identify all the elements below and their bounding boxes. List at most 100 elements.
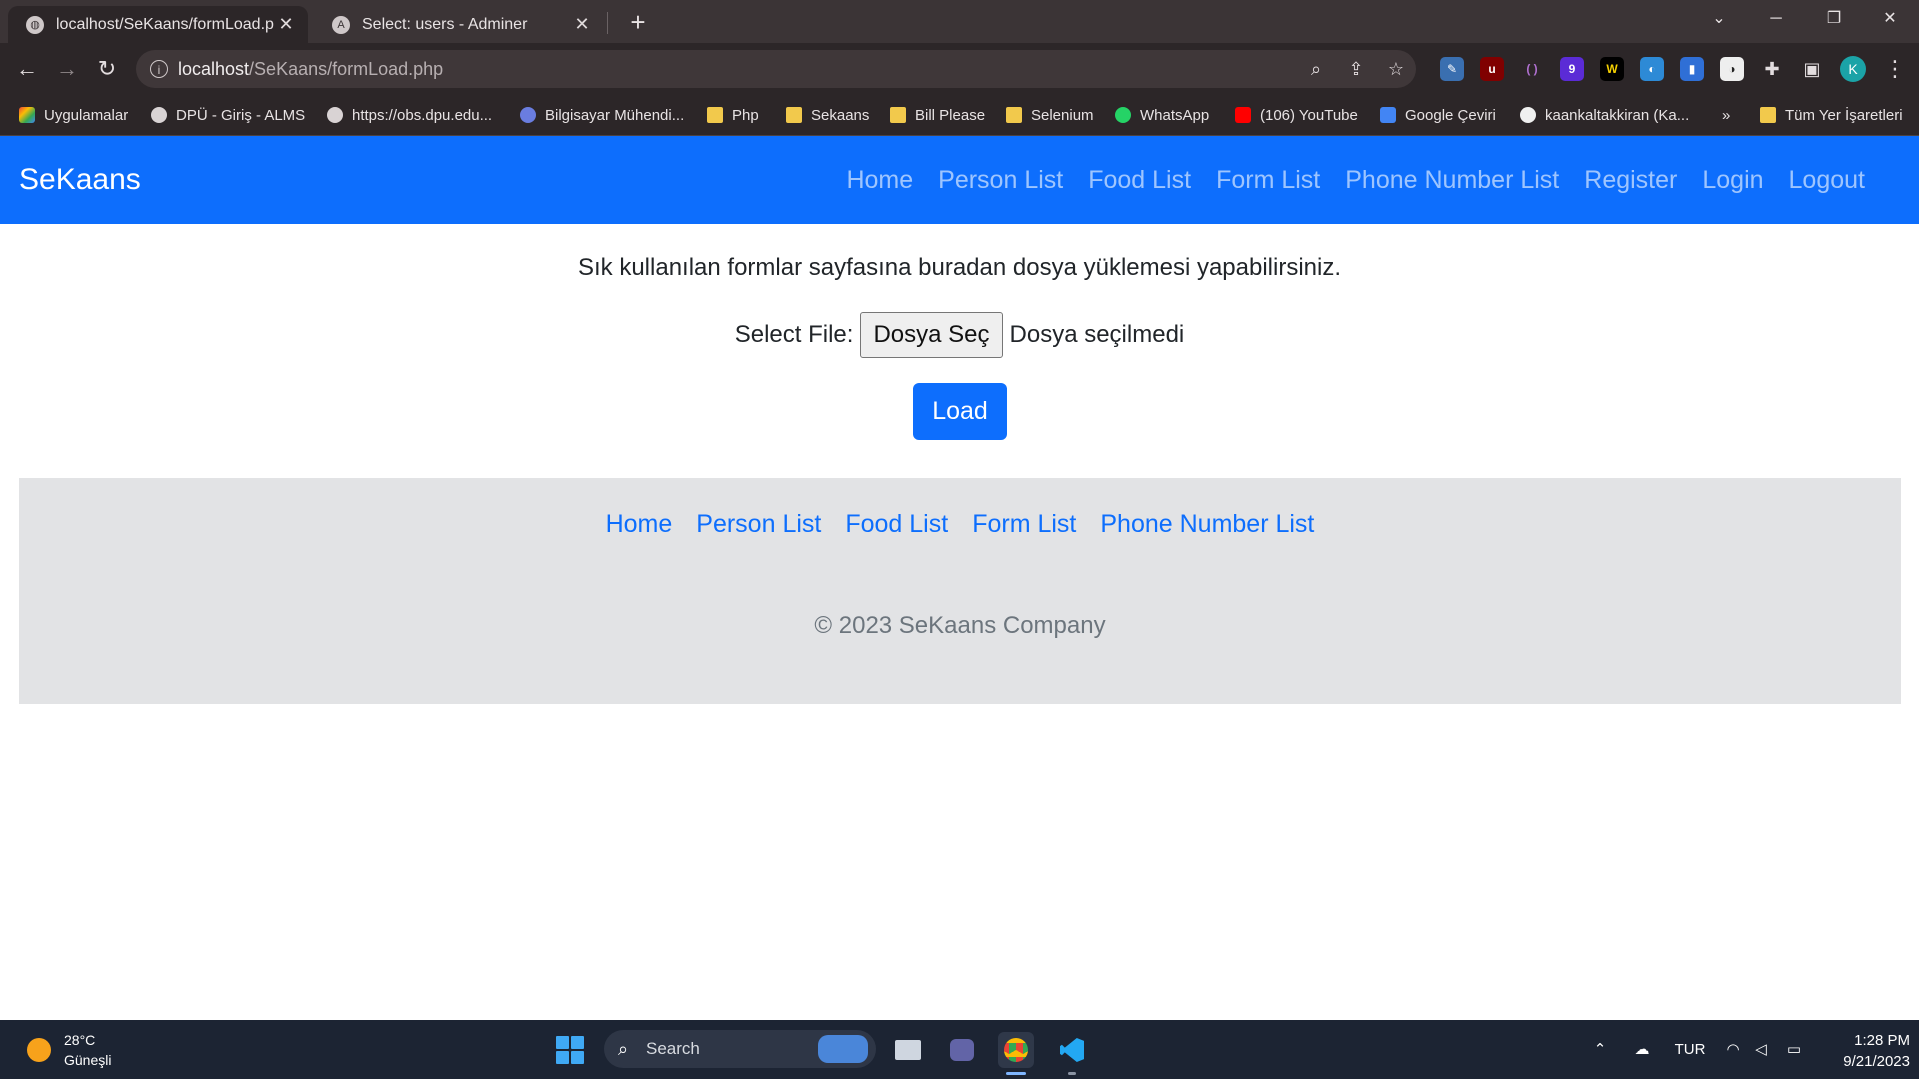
nav-link-logout[interactable]: Logout (1789, 166, 1865, 195)
bookmark-star-icon[interactable]: ☆ (1376, 59, 1416, 80)
bookmarks-overflow-chevron[interactable]: » (1722, 95, 1730, 135)
clock-time[interactable]: 1:28 PM (1830, 1032, 1910, 1049)
bookmark-youtube[interactable]: (106) YouTube (1235, 95, 1358, 135)
volume-icon[interactable]: ◁ (1750, 1020, 1772, 1079)
copyright-text: © 2023 SeKaans Company (814, 612, 1106, 639)
url-host: localhost (178, 58, 250, 79)
footer-links: Home Person List Food List Form List Pho… (19, 510, 1901, 539)
nav-link-form-list[interactable]: Form List (1216, 166, 1320, 195)
wifi-icon[interactable]: ◠ (1722, 1020, 1744, 1079)
bookmark-folder-sekaans[interactable]: Sekaans (786, 95, 869, 135)
footer-link-form-list[interactable]: Form List (972, 510, 1076, 539)
load-button[interactable]: Load (913, 383, 1007, 440)
folder-icon (786, 107, 802, 123)
bookmark-google-translate[interactable]: Google Çeviri (1380, 95, 1496, 135)
sun-icon[interactable] (27, 1038, 51, 1062)
tab-search-chevron-icon[interactable]: ⌄ (1695, 0, 1743, 38)
vscode-icon[interactable] (1054, 1032, 1090, 1068)
file-explorer-icon[interactable] (890, 1032, 926, 1068)
side-panel-icon[interactable]: ▣ (1800, 57, 1824, 81)
footer-link-food-list[interactable]: Food List (845, 510, 948, 539)
footer-link-person-list[interactable]: Person List (696, 510, 821, 539)
weather-description[interactable]: Güneşli (64, 1052, 111, 1068)
footer-link-phone-number-list[interactable]: Phone Number List (1100, 510, 1314, 539)
clock-date[interactable]: 9/21/2023 (1810, 1053, 1910, 1070)
globe-icon (327, 107, 343, 123)
nav-link-person-list[interactable]: Person List (938, 166, 1063, 195)
bookmark-github[interactable]: kaankaltakkiran (Ka... (1520, 95, 1689, 135)
close-window-icon[interactable]: ✕ (1866, 0, 1914, 38)
profile-avatar[interactable]: K (1840, 56, 1866, 82)
folder-icon (707, 107, 723, 123)
bookmark-apps[interactable]: Uygulamalar (19, 95, 128, 135)
extension-dark-reader-icon[interactable]: ◑ (1720, 57, 1744, 81)
extension-circle-icon[interactable]: ◐ (1640, 57, 1664, 81)
language-indicator[interactable]: TUR (1668, 1020, 1712, 1079)
nav-link-register[interactable]: Register (1584, 166, 1677, 195)
file-status: Dosya seçilmedi (1009, 321, 1185, 348)
restore-icon[interactable]: ❐ (1810, 0, 1858, 38)
teams-icon[interactable] (944, 1032, 980, 1068)
url-path: /SeKaans/formLoad.php (249, 58, 444, 79)
onedrive-cloud-icon[interactable]: ☁ (1628, 1020, 1656, 1079)
extension-doc-icon[interactable]: ▮ (1680, 57, 1704, 81)
site-brand[interactable]: SeKaans (19, 136, 141, 224)
site-info-icon[interactable]: i (150, 60, 168, 78)
windows-start-icon[interactable] (556, 1036, 584, 1064)
chrome-active-indicator (1006, 1072, 1026, 1075)
bookmark-label: (106) YouTube (1260, 106, 1358, 124)
tray-chevron-up-icon[interactable]: ⌃ (1588, 1020, 1612, 1079)
nav-link-login[interactable]: Login (1702, 166, 1763, 195)
file-label: Select File: (734, 321, 854, 348)
nav-link-food-list[interactable]: Food List (1088, 166, 1191, 195)
github-icon (1520, 107, 1536, 123)
back-arrow-icon[interactable]: ← (11, 53, 43, 85)
bookmark-obs-dpu[interactable]: https://obs.dpu.edu... (327, 95, 492, 135)
share-icon[interactable]: ⇪ (1336, 59, 1376, 80)
bookmark-folder-selenium[interactable]: Selenium (1006, 95, 1094, 135)
windows-taskbar: 28°C Güneşli ⌕ Search ⌃ ☁ TUR ◠ ◁ ▭ 1:28… (0, 1020, 1919, 1079)
extension-brackets-icon[interactable]: ( ) (1520, 57, 1544, 81)
bookmark-folder-php[interactable]: Php (707, 95, 759, 135)
tab-strip: ◍ localhost/SeKaans/formLoad.php ✕ A Sel… (0, 0, 1919, 43)
reload-icon[interactable]: ↻ (91, 53, 123, 85)
minimize-icon[interactable]: ─ (1752, 0, 1800, 38)
footer-link-home[interactable]: Home (606, 510, 673, 539)
youtube-icon (1235, 107, 1251, 123)
file-upload-row: Select File: Dosya Seç Dosya seçilmedi (0, 312, 1919, 358)
bookmark-all-bookmarks[interactable]: Tüm Yer İşaretleri (1760, 95, 1903, 135)
weather-temperature[interactable]: 28°C (64, 1032, 95, 1048)
nav-link-home[interactable]: Home (846, 166, 913, 195)
ublock-icon[interactable]: u (1480, 57, 1504, 81)
address-bar[interactable]: i localhost/SeKaans/formLoad.php ⌕ ⇪ ☆ (136, 50, 1416, 88)
folder-icon (890, 107, 906, 123)
close-tab-icon[interactable]: ✕ (570, 14, 594, 35)
extension-pencil-icon[interactable]: ✎ (1440, 57, 1464, 81)
close-tab-icon[interactable]: ✕ (274, 14, 298, 35)
new-tab-icon[interactable]: + (622, 6, 654, 38)
taskbar-search[interactable]: ⌕ Search (604, 1030, 876, 1068)
battery-icon[interactable]: ▭ (1782, 1020, 1806, 1079)
page-content: SeKaans Home Person List Food List Form … (0, 136, 1919, 1020)
apps-grid-icon (19, 107, 35, 123)
search-icon: ⌕ (618, 1038, 629, 1059)
bookmark-dpu-alms[interactable]: DPÜ - Giriş - ALMS (151, 95, 305, 135)
bookmark-bilgisayar[interactable]: Bilgisayar Mühendi... (520, 95, 684, 135)
address-url[interactable]: localhost/SeKaans/formLoad.php (178, 59, 1296, 80)
extensions-puzzle-icon[interactable]: ✚ (1760, 57, 1784, 81)
extension-w-icon[interactable]: W (1600, 57, 1624, 81)
browser-tab-active[interactable]: ◍ localhost/SeKaans/formLoad.php ✕ (8, 6, 308, 43)
zoom-icon[interactable]: ⌕ (1296, 59, 1336, 80)
extension-badge-icon[interactable]: 9 (1560, 57, 1584, 81)
bookmark-folder-bill-please[interactable]: Bill Please (890, 95, 985, 135)
nav-link-phone-number-list[interactable]: Phone Number List (1345, 166, 1559, 195)
menu-kebab-icon[interactable]: ⋮ (1880, 53, 1910, 85)
choose-file-button[interactable]: Dosya Seç (860, 312, 1003, 358)
bookmark-label: Bilgisayar Mühendi... (545, 106, 685, 124)
browser-tab-adminer[interactable]: A Select: users - Adminer ✕ (314, 6, 604, 43)
chrome-icon[interactable] (998, 1032, 1034, 1068)
bookmark-whatsapp[interactable]: WhatsApp (1115, 95, 1209, 135)
forward-arrow-icon[interactable]: → (51, 53, 83, 85)
bookmark-label: Sekaans (811, 106, 870, 124)
google-translate-icon (1380, 107, 1396, 123)
